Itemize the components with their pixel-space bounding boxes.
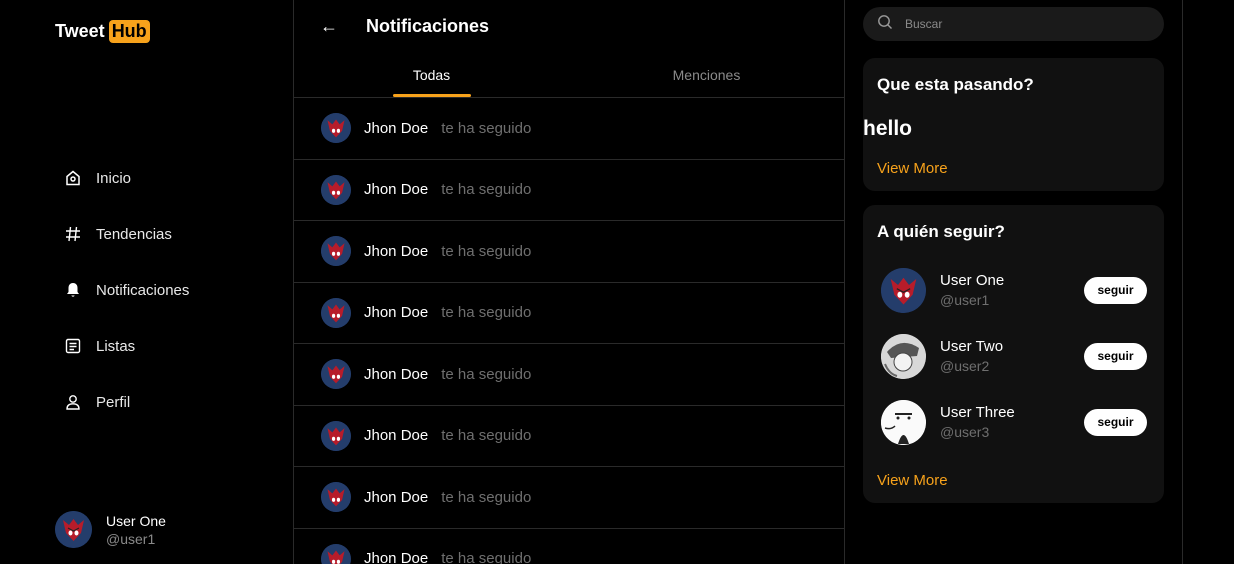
follow-user-name[interactable]: User Two xyxy=(940,338,1003,355)
user-name: User One xyxy=(106,512,166,529)
sidebar-item-label: Perfil xyxy=(96,393,131,411)
search-input[interactable] xyxy=(905,17,1145,31)
notification-item[interactable]: Jhon Doe te ha seguido xyxy=(294,160,844,221)
notification-item[interactable]: Jhon Doe te ha seguido xyxy=(294,344,844,406)
notification-user[interactable]: Jhon Doe xyxy=(364,243,428,260)
notification-user[interactable]: Jhon Doe xyxy=(364,427,428,444)
avatar xyxy=(321,420,351,451)
sidebar: Tweet Hub Inicio Tendencias Notificacion… xyxy=(0,0,293,564)
follow-button[interactable]: seguir xyxy=(1084,408,1147,436)
home-icon xyxy=(64,169,82,187)
notification-action: te ha seguido xyxy=(441,181,532,199)
avatar xyxy=(55,511,92,548)
notification-user[interactable]: Jhon Doe xyxy=(364,304,428,321)
avatar xyxy=(321,113,351,144)
bell-icon xyxy=(64,281,82,299)
avatar xyxy=(881,399,926,445)
follow-user-name[interactable]: User Three xyxy=(940,404,1015,421)
logo[interactable]: Tweet Hub xyxy=(55,20,150,43)
follow-suggestion: User Three @user3 seguir xyxy=(881,397,1147,447)
avatar xyxy=(881,333,926,379)
trends-view-more-link[interactable]: View More xyxy=(877,160,948,177)
notification-user[interactable]: Jhon Doe xyxy=(364,366,428,383)
sidebar-item-label: Tendencias xyxy=(96,225,172,243)
notification-item[interactable]: Jhon Doe te ha seguido xyxy=(294,283,844,344)
search-icon xyxy=(877,14,893,35)
sidebar-item-perfil[interactable]: Perfil xyxy=(64,374,189,430)
sidebar-nav: Inicio Tendencias Notificaciones Listas … xyxy=(64,150,189,430)
sidebar-item-label: Notificaciones xyxy=(96,281,190,299)
who-to-follow-view-more-link[interactable]: View More xyxy=(877,472,948,489)
follow-user-name[interactable]: User One xyxy=(940,272,1004,289)
tab-todas[interactable]: Todas xyxy=(294,52,569,97)
notification-action: te ha seguido xyxy=(441,365,532,383)
tab-menciones[interactable]: Menciones xyxy=(569,52,844,97)
current-user-profile[interactable]: User One @user1 xyxy=(55,511,166,548)
follow-suggestion: User Two @user2 seguir xyxy=(881,331,1147,381)
sidebar-item-notificaciones[interactable]: Notificaciones xyxy=(64,262,189,318)
notification-item[interactable]: Jhon Doe te ha seguido xyxy=(294,467,844,529)
avatar xyxy=(321,543,351,564)
tabs: Todas Menciones xyxy=(294,52,844,98)
arrow-left-icon[interactable]: ← xyxy=(320,16,338,37)
notification-action: te ha seguido xyxy=(441,242,532,260)
notification-action: te ha seguido xyxy=(441,119,532,137)
notification-user[interactable]: Jhon Doe xyxy=(364,120,428,137)
trend-item[interactable]: hello xyxy=(863,117,912,141)
avatar xyxy=(321,482,351,513)
page-title: Notificaciones xyxy=(366,15,490,36)
sidebar-item-label: Inicio xyxy=(96,169,132,187)
trends-card: Que esta pasando? hello View More xyxy=(863,58,1164,191)
sidebar-item-listas[interactable]: Listas xyxy=(64,318,189,374)
avatar xyxy=(321,174,351,205)
notification-item[interactable]: Jhon Doe te ha seguido xyxy=(294,221,844,283)
notification-list: Jhon Doe te ha seguido Jhon Doe te ha se… xyxy=(294,98,844,564)
follow-user-handle: @user2 xyxy=(940,358,990,374)
avatar xyxy=(881,267,926,313)
sidebar-item-label: Listas xyxy=(96,337,136,355)
avatar xyxy=(321,359,351,390)
notification-action: te ha seguido xyxy=(441,550,532,564)
notification-action: te ha seguido xyxy=(441,427,532,445)
who-to-follow-title: A quién seguir? xyxy=(877,222,1005,241)
user-icon xyxy=(64,393,82,411)
notification-action: te ha seguido xyxy=(441,488,532,506)
logo-badge: Hub xyxy=(108,20,150,43)
notification-user[interactable]: Jhon Doe xyxy=(364,181,428,198)
main-header: ← Notificaciones xyxy=(294,0,844,52)
follow-button[interactable]: seguir xyxy=(1084,342,1147,370)
follow-user-handle: @user3 xyxy=(940,424,990,440)
avatar xyxy=(321,297,351,328)
list-icon xyxy=(64,337,82,355)
main-column: ← Notificaciones Todas Menciones Jhon Do… xyxy=(293,0,845,564)
notification-user[interactable]: Jhon Doe xyxy=(364,550,428,564)
notification-user[interactable]: Jhon Doe xyxy=(364,489,428,506)
notification-item[interactable]: Jhon Doe te ha seguido xyxy=(294,406,844,467)
logo-text: Tweet xyxy=(55,21,105,41)
notification-item[interactable]: Jhon Doe te ha seguido xyxy=(294,529,844,564)
right-column: Que esta pasando? hello View More A quié… xyxy=(845,0,1183,564)
search-bar[interactable] xyxy=(863,7,1164,41)
follow-suggestion: User One @user1 seguir xyxy=(881,265,1147,315)
notification-action: te ha seguido xyxy=(441,304,532,322)
user-handle: @user1 xyxy=(106,530,156,547)
trends-title: Que esta pasando? xyxy=(877,75,1034,94)
follow-user-handle: @user1 xyxy=(940,292,990,308)
avatar xyxy=(321,236,351,267)
hashtag-icon xyxy=(64,225,82,243)
who-to-follow-card: A quién seguir? User One @user1 seguir U… xyxy=(863,205,1164,503)
notification-item[interactable]: Jhon Doe te ha seguido xyxy=(294,98,844,160)
sidebar-item-tendencias[interactable]: Tendencias xyxy=(64,206,189,262)
follow-button[interactable]: seguir xyxy=(1084,276,1147,304)
sidebar-item-inicio[interactable]: Inicio xyxy=(64,150,189,206)
